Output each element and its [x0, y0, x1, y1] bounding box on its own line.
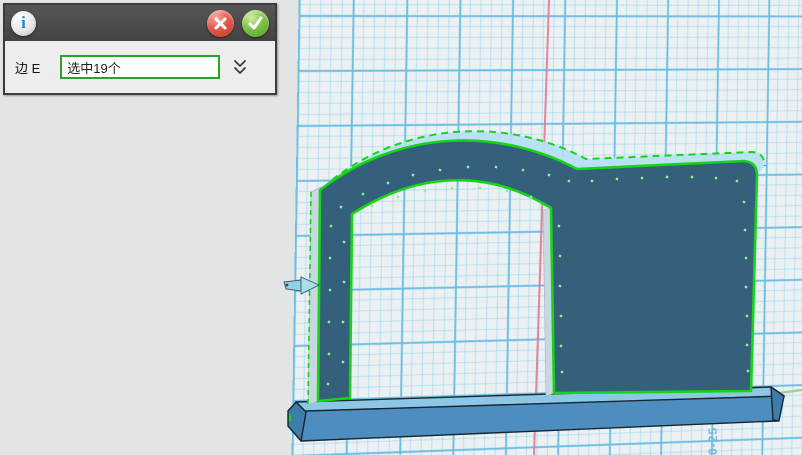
check-icon [247, 16, 264, 31]
expand-options-button[interactable] [232, 59, 248, 76]
application-window: 0-25 i 边 E [0, 0, 802, 455]
edge-selection-input[interactable] [60, 55, 220, 79]
edge-selection-dialog: i 边 E [3, 3, 277, 95]
cancel-button[interactable] [207, 10, 234, 37]
edge-field-label: 边 E [15, 58, 40, 77]
close-icon [213, 16, 228, 31]
vertical-axis-label: 0-25 [706, 397, 722, 455]
double-chevron-down-icon [232, 59, 248, 76]
info-icon: i [11, 11, 36, 36]
dialog-body: 边 E [5, 41, 275, 93]
dialog-titlebar[interactable]: i [5, 5, 275, 41]
confirm-button[interactable] [242, 10, 269, 37]
